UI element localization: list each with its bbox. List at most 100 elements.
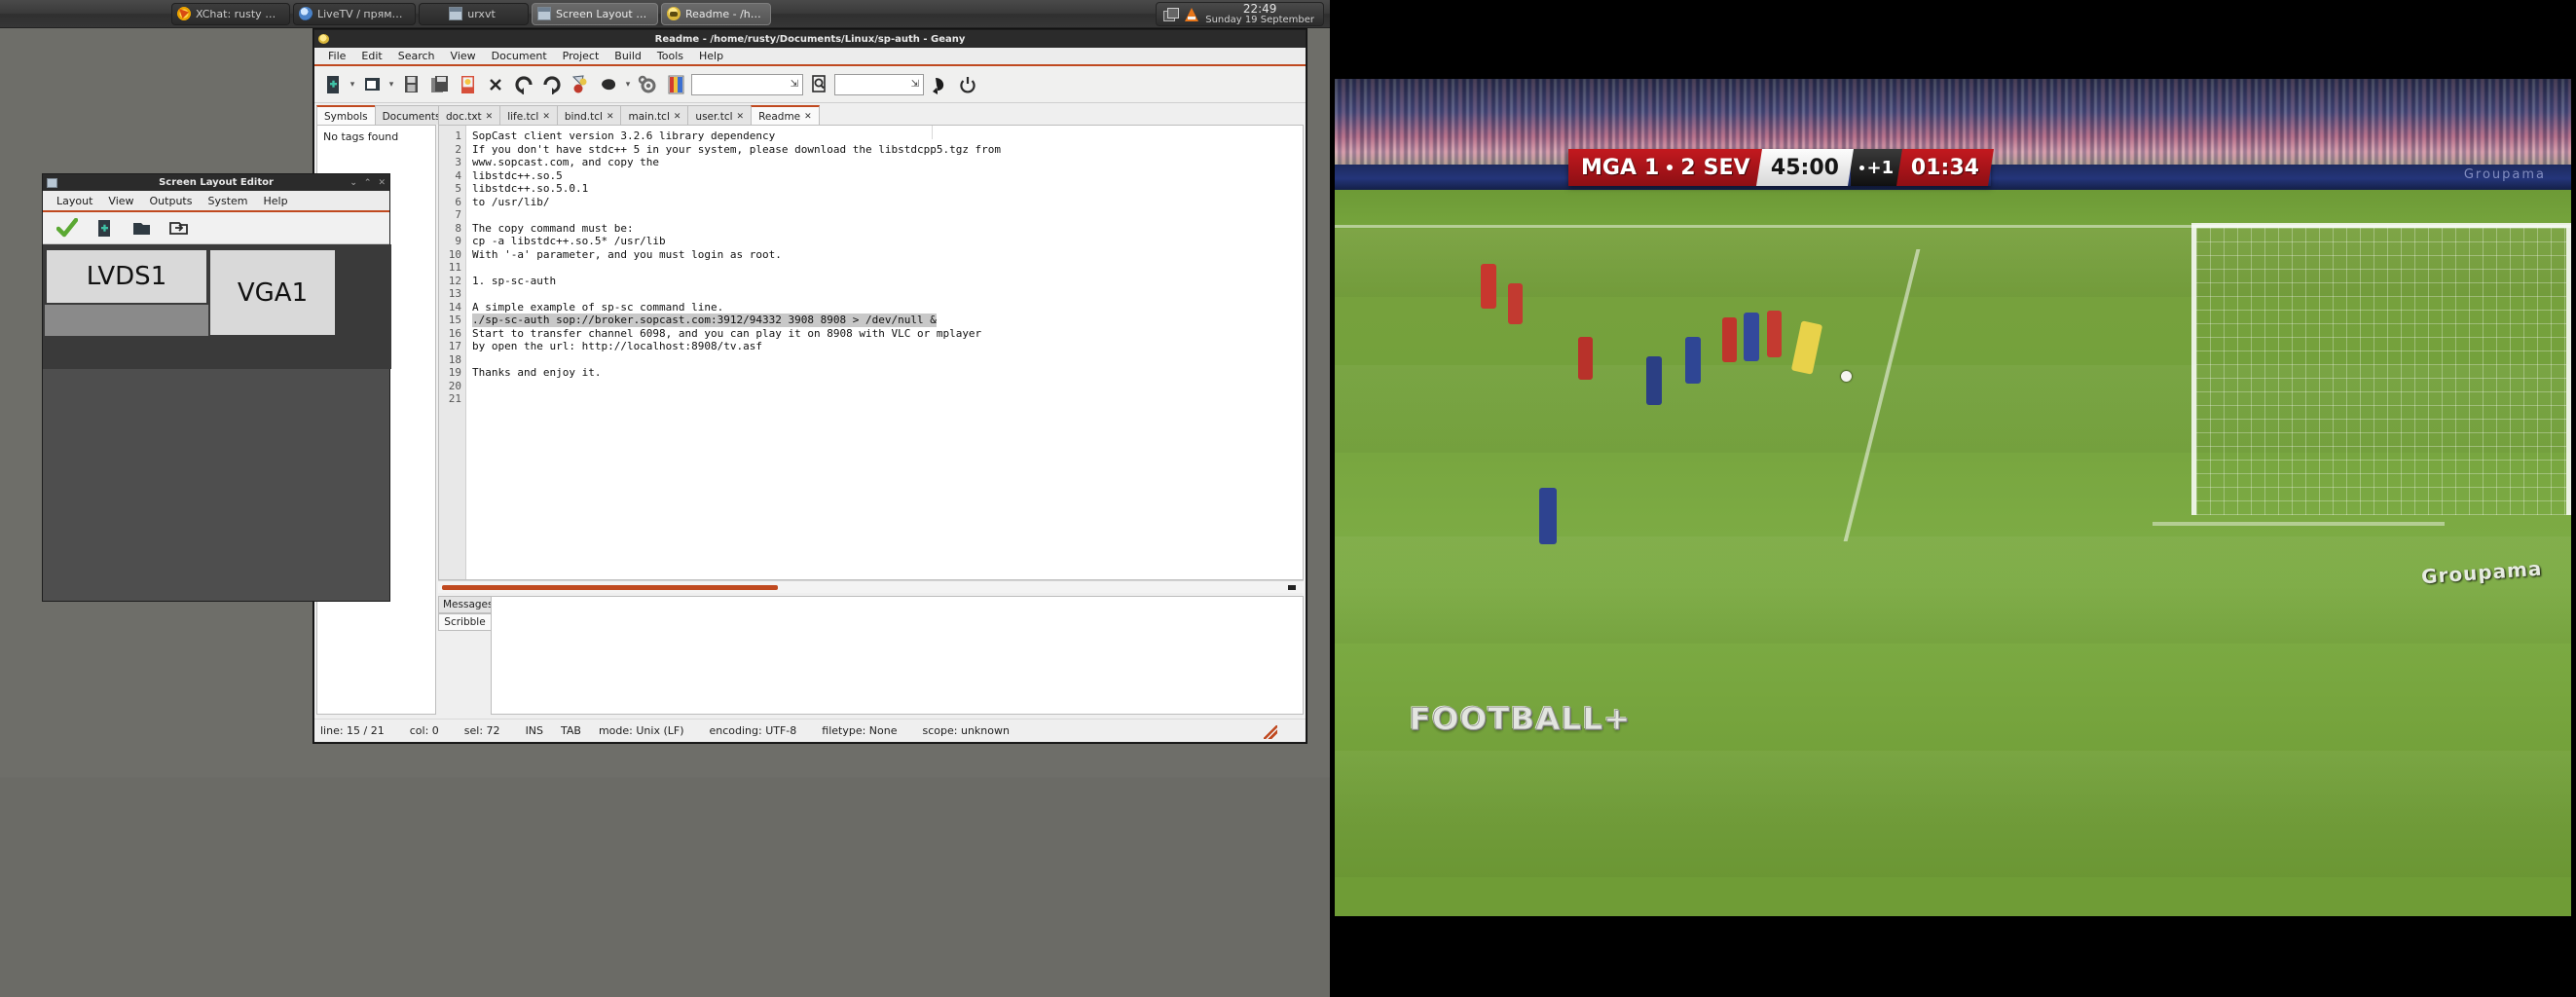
close-icon[interactable]: ✕	[486, 112, 494, 122]
code-line[interactable]: Thanks and enjoy it.	[472, 366, 1303, 380]
code-line[interactable]: cp -a libstdc++.so.5* /usr/lib	[472, 235, 1303, 248]
code-line[interactable]: If you don't have stdc++ 5 in your syste…	[472, 143, 1303, 157]
code-line[interactable]: libstdc++.so.5.0.1	[472, 182, 1303, 196]
jump-to-button[interactable]	[927, 72, 952, 97]
windows-icon[interactable]	[1163, 7, 1180, 21]
sle-menu-help[interactable]: Help	[256, 195, 296, 207]
scrollbar-thumb[interactable]	[442, 585, 778, 590]
redo-button[interactable]	[539, 72, 565, 97]
video-player-surface[interactable]: Groupama MGA 1 2 SEV 45:00 +1 01:34 Grou…	[1335, 79, 2571, 916]
code-line[interactable]: to /usr/lib/	[472, 196, 1303, 209]
code-line[interactable]: 1. sp-sc-auth	[472, 275, 1303, 288]
editor-tab-user-tcl[interactable]: user.tcl ✕	[687, 105, 753, 125]
message-tab-scribble[interactable]: Scribble	[438, 613, 492, 631]
code-text[interactable]: SopCast client version 3.2.6 library dep…	[466, 126, 1303, 579]
quit-button[interactable]	[955, 72, 980, 97]
scribble-pane[interactable]	[491, 596, 1304, 715]
menu-tools[interactable]: Tools	[649, 50, 691, 62]
editor-tab-life-tcl[interactable]: life.tcl ✕	[499, 105, 558, 125]
code-line[interactable]	[472, 353, 1303, 367]
code-line[interactable]: A simple example of sp-sc command line.	[472, 301, 1303, 314]
menu-view[interactable]: View	[443, 50, 484, 62]
close-file-button[interactable]	[483, 72, 508, 97]
menu-edit[interactable]: Edit	[353, 50, 389, 62]
code-line[interactable]: www.sopcast.com, and copy the	[472, 156, 1303, 169]
code-line[interactable]	[472, 392, 1303, 406]
open-layout-button[interactable]	[129, 215, 154, 240]
maximize-icon[interactable]: ⌃	[364, 178, 372, 188]
color-chooser-button[interactable]	[663, 72, 688, 97]
editor-tab-bind-tcl[interactable]: bind.tcl ✕	[556, 105, 622, 125]
close-icon[interactable]: ✕	[378, 178, 386, 188]
build-dropdown[interactable]: ▾	[624, 80, 632, 90]
geany-titlebar[interactable]: Readme - /home/rusty/Documents/Linux/sp-…	[314, 30, 1306, 48]
undo-button[interactable]	[511, 72, 536, 97]
new-file-button[interactable]	[320, 72, 346, 97]
vlc-cone-icon[interactable]	[1185, 7, 1199, 21]
save-layout-as-button[interactable]	[166, 215, 191, 240]
code-line[interactable]: The copy command must be:	[472, 222, 1303, 236]
menu-document[interactable]: Document	[484, 50, 555, 62]
code-line[interactable]	[472, 261, 1303, 275]
close-icon[interactable]: ✕	[674, 112, 681, 122]
menu-build[interactable]: Build	[607, 50, 649, 62]
sle-menu-outputs[interactable]: Outputs	[142, 195, 201, 207]
revert-button[interactable]	[455, 72, 480, 97]
apply-layout-button[interactable]	[55, 215, 80, 240]
editor-horizontal-scrollbar[interactable]	[438, 580, 1304, 593]
sidebar-tab-symbols[interactable]: Symbols	[316, 105, 376, 125]
find-document-button[interactable]	[806, 72, 831, 97]
menu-project[interactable]: Project	[555, 50, 607, 62]
code-view[interactable]: 1 2 3 4 5 6 7 8 9 10 11 12 13 14 15 16 17 18 19 20 21 SopCas…	[439, 126, 1303, 579]
close-icon[interactable]: ✕	[737, 112, 745, 122]
editor-viewport[interactable]: 1 2 3 4 5 6 7 8 9 10 11 12 13 14 15 16 17 18 19 20 21 SopCas…	[438, 125, 1304, 580]
menu-search[interactable]: Search	[390, 50, 443, 62]
build-button[interactable]	[596, 72, 621, 97]
save-button[interactable]	[398, 72, 423, 97]
sle-menu-view[interactable]: View	[100, 195, 141, 207]
taskbar-item-urxvt[interactable]: urxvt	[419, 2, 529, 25]
sle-menu-layout[interactable]: Layout	[49, 195, 100, 207]
preferences-button[interactable]	[635, 72, 660, 97]
code-line[interactable]: by open the url: http://localhost:8908/t…	[472, 340, 1303, 353]
menu-help[interactable]: Help	[691, 50, 731, 62]
resize-grip[interactable]	[1264, 725, 1277, 739]
search-input[interactable]: ⇲	[691, 73, 803, 95]
taskbar-item-screen-layout-editor[interactable]: Screen Layout Editor	[532, 2, 658, 25]
compile-button[interactable]	[568, 72, 593, 97]
search-dropdown-icon[interactable]: ⇲	[791, 79, 798, 90]
goto-line-input[interactable]: ⇲	[834, 73, 924, 95]
clock[interactable]: 22:49 Sunday 19 September	[1205, 3, 1314, 25]
code-line[interactable]	[472, 287, 1303, 301]
open-file-button[interactable]	[359, 72, 385, 97]
close-icon[interactable]: ✕	[607, 112, 614, 122]
message-tab-messages[interactable]: Messages	[438, 596, 494, 613]
taskbar-item-readme-geany[interactable]: Readme - /home/rust...	[661, 2, 771, 25]
editor-tab-main-tcl[interactable]: main.tcl ✕	[620, 105, 689, 125]
code-line[interactable]: SopCast client version 3.2.6 library dep…	[472, 129, 1303, 143]
open-file-dropdown[interactable]: ▾	[387, 80, 395, 90]
layout-canvas[interactable]: LVDS1 VGA1	[43, 244, 391, 601]
close-icon[interactable]: ✕	[542, 112, 550, 122]
save-all-button[interactable]	[426, 72, 452, 97]
taskbar-item-livetv[interactable]: LiveTV / прямая тра...	[293, 2, 416, 25]
code-line[interactable]: Start to transfer channel 6098, and you …	[472, 327, 1303, 341]
taskbar-item-xchat[interactable]: XChat: rusty @ RusN...	[171, 2, 290, 25]
new-file-dropdown[interactable]: ▾	[349, 80, 356, 90]
code-line[interactable]	[472, 208, 1303, 222]
sle-menu-system[interactable]: System	[200, 195, 255, 207]
editor-tab-doc-txt[interactable]: doc.txt ✕	[438, 105, 501, 125]
editor-tab-readme[interactable]: Readme ✕	[751, 105, 820, 125]
code-line[interactable]	[472, 380, 1303, 393]
new-layout-button[interactable]	[92, 215, 117, 240]
code-line[interactable]: ./sp-sc-auth sop://broker.sopcast.com:39…	[472, 314, 937, 327]
minimize-icon[interactable]: ⌄	[350, 178, 357, 188]
close-icon[interactable]: ✕	[804, 112, 812, 122]
output-lvds1[interactable]: LVDS1	[45, 248, 208, 305]
goto-dropdown-icon[interactable]: ⇲	[911, 79, 919, 90]
code-line[interactable]: With '-a' parameter, and you must login …	[472, 248, 1303, 262]
code-line[interactable]: libstdc++.so.5	[472, 169, 1303, 183]
output-vga1[interactable]: VGA1	[208, 248, 337, 337]
menu-file[interactable]: File	[320, 50, 353, 62]
sle-titlebar[interactable]: Screen Layout Editor ⌄ ⌃ ✕	[43, 174, 389, 191]
